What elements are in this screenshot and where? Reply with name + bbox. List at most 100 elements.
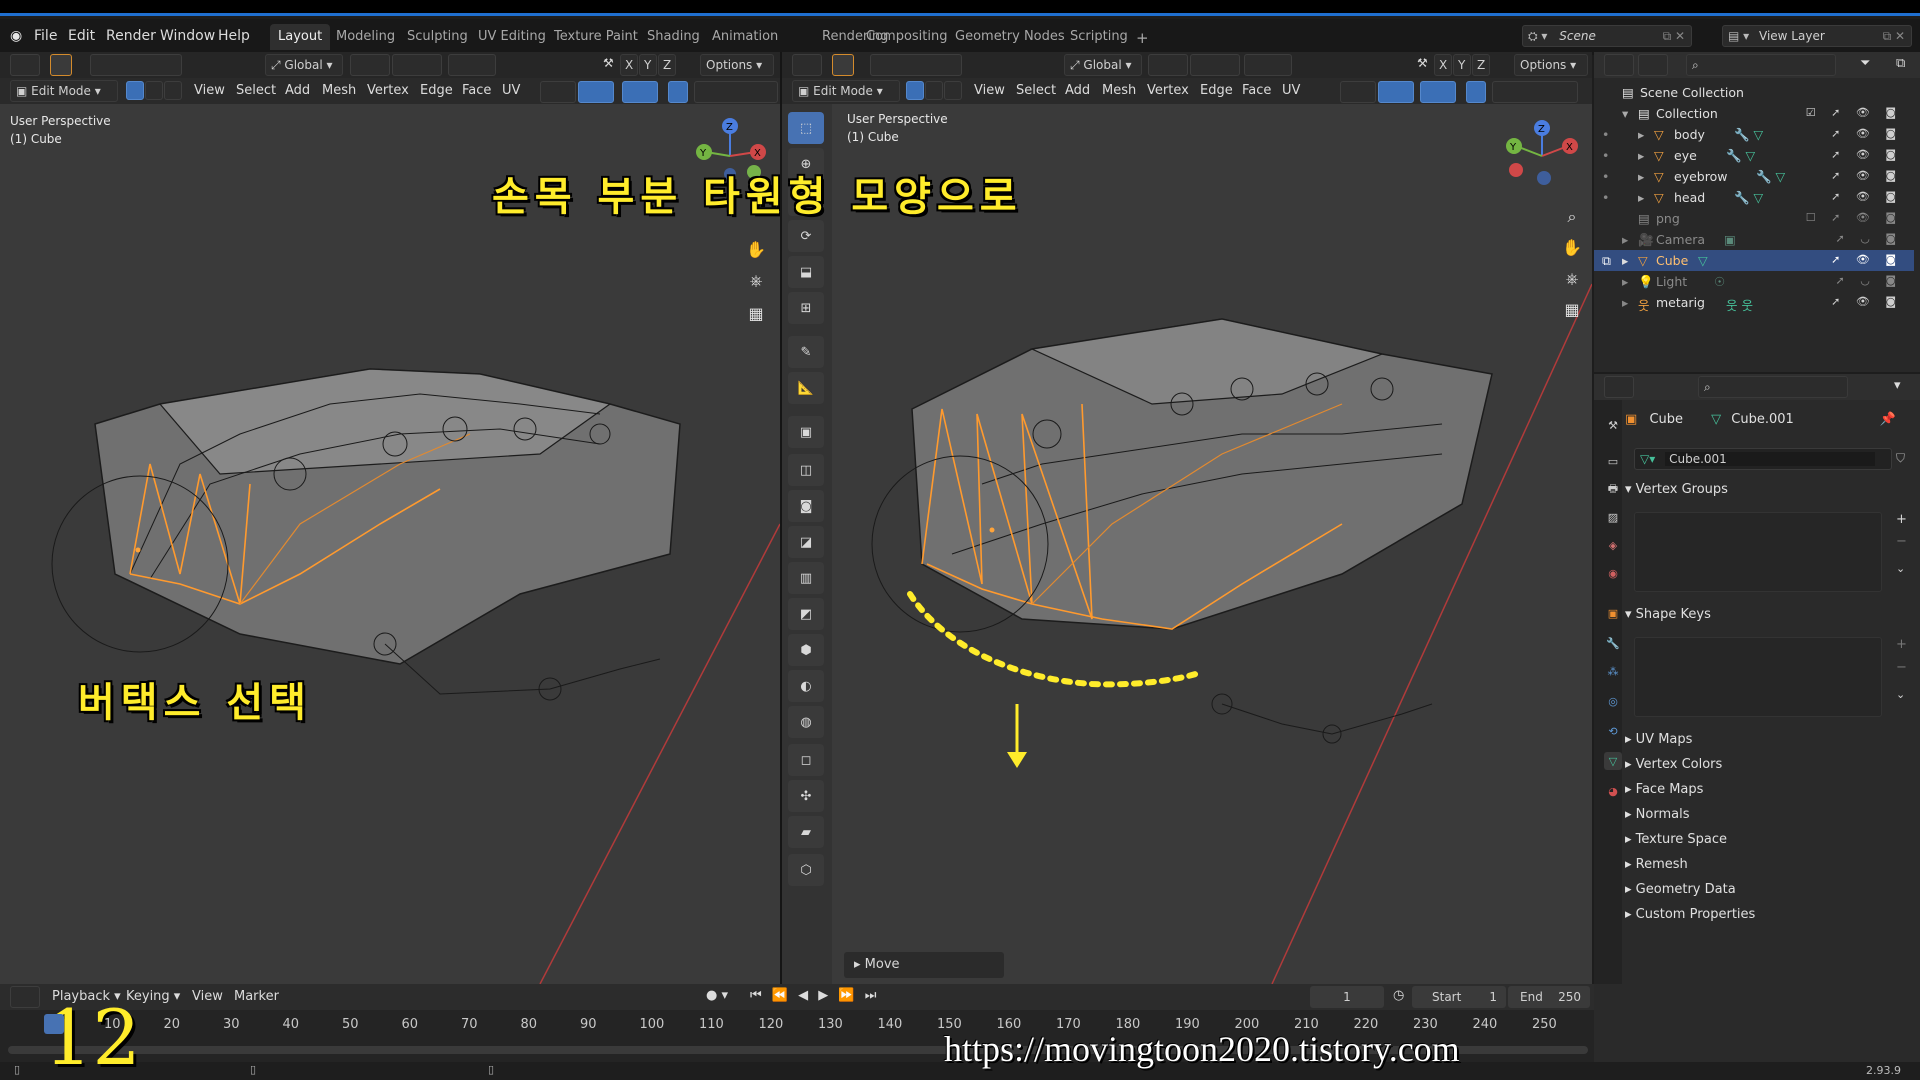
expand-chevron-icon[interactable]: ▸ [1638, 148, 1644, 163]
outliner-row-camera[interactable]: ▸ 🎥 Camera ▣ ➚ ◡ ◙ [1594, 229, 1914, 250]
pivot-icon-2[interactable] [1148, 54, 1188, 76]
outliner-row-collection[interactable]: ▾ ▤ Collection ☑ ➚ 👁 ◙ [1594, 103, 1914, 124]
pivot-icon[interactable] [350, 54, 390, 76]
menu-uv-2[interactable]: UV [1282, 83, 1300, 98]
transform-orientation-dropdown-2[interactable]: ⤢ Global ▾ [1064, 54, 1142, 76]
editor-type-icon-2[interactable] [792, 54, 822, 76]
display-mode-icon[interactable] [1638, 54, 1668, 76]
proportional-edit-icon[interactable] [448, 54, 496, 76]
section-shape-keys[interactable]: ▾ Shape Keys [1625, 607, 1910, 622]
shape-keys-list[interactable] [1634, 637, 1882, 717]
render-tab-icon[interactable]: ▭ [1604, 452, 1622, 470]
constraints-tab-icon[interactable]: ⟲ [1604, 722, 1622, 740]
select-box-icon-2[interactable] [832, 54, 854, 76]
menu-uv[interactable]: UV [502, 83, 520, 98]
playback-controls-icon[interactable]: ⏮ ⏪ ◀ ▶ ⏩ ⏭ [750, 988, 879, 1003]
menu-face-2[interactable]: Face [1242, 83, 1271, 98]
select-box-icon[interactable] [50, 54, 72, 76]
shading-mode-buttons[interactable] [694, 81, 778, 103]
menu-edge-2[interactable]: Edge [1200, 83, 1233, 98]
mirror-y-toggle[interactable]: Y [639, 54, 657, 76]
section-vertex-groups[interactable]: ▾ Vertex Groups [1625, 482, 1910, 497]
snap-icon[interactable] [392, 54, 442, 76]
section-vertex-colors[interactable]: ▸ Vertex Colors [1625, 757, 1910, 772]
material-tab-icon[interactable]: ◕ [1604, 782, 1622, 800]
options-dropdown-2[interactable]: Options ▾ [1514, 54, 1588, 76]
properties-editor-icon[interactable] [1604, 376, 1634, 398]
selection-mode-buttons-2[interactable] [870, 54, 962, 76]
outliner-row-body[interactable]: • ▸ ▽ body 🔧 ▽ ➚ 👁 ◙ [1594, 124, 1914, 145]
menu-file[interactable]: File [34, 28, 57, 44]
overlay-toggle-icon-2[interactable] [1420, 81, 1456, 103]
menu-marker[interactable]: Marker [234, 989, 279, 1004]
remove-shape-key-icon[interactable]: − [1896, 660, 1907, 675]
xray-toggle-icon-2[interactable] [1466, 81, 1486, 103]
view-layer-selector[interactable]: ▤ ▾ View Layer ⧉ ✕ [1722, 25, 1912, 47]
add-workspace-button[interactable]: + [1128, 24, 1157, 50]
world-tab-icon[interactable]: ◉ [1604, 564, 1622, 582]
navigation-gizmo-2[interactable]: Z X Y [1502, 116, 1582, 196]
fake-user-shield-icon[interactable]: ⛉ [1896, 451, 1905, 466]
output-tab-icon[interactable]: 🖶 [1604, 480, 1622, 498]
section-normals[interactable]: ▸ Normals [1625, 807, 1910, 822]
gizmo-toggle-icon-2[interactable] [1378, 81, 1414, 103]
menu-face[interactable]: Face [462, 83, 491, 98]
particles-tab-icon[interactable]: ⁂ [1604, 662, 1622, 680]
section-geometry-data[interactable]: ▸ Geometry Data [1625, 882, 1910, 897]
menu-edit[interactable]: Edit [68, 28, 95, 44]
mirror-x-toggle[interactable]: X [620, 54, 638, 76]
tab-sculpting[interactable]: Sculpting [399, 24, 476, 50]
section-texture-space[interactable]: ▸ Texture Space [1625, 832, 1910, 847]
edge-select-icon[interactable] [145, 81, 163, 100]
shading-mode-buttons-2[interactable] [1492, 81, 1578, 103]
editor-type-icon[interactable] [10, 54, 40, 76]
pin-icon[interactable]: 📌 [1880, 412, 1896, 427]
outliner-search-input[interactable]: ⌕ [1686, 54, 1836, 76]
tab-compositing[interactable]: Compositing [858, 24, 956, 50]
pan-hand-icon-2[interactable]: ✋ [1559, 234, 1585, 260]
mesh-data-tab-icon[interactable]: ▽ [1604, 752, 1622, 770]
tab-scripting[interactable]: Scripting [1062, 24, 1136, 50]
row-visibility-icons[interactable]: ➚ 👁 ◙ [1831, 190, 1902, 203]
filter-icon[interactable]: ⏷ [1860, 56, 1870, 71]
mirror-z-toggle-2[interactable]: Z [1472, 54, 1490, 76]
mirror-x-toggle-2[interactable]: X [1434, 54, 1452, 76]
section-custom-properties[interactable]: ▸ Custom Properties [1625, 907, 1910, 922]
end-frame-field[interactable]: End 250 [1508, 986, 1590, 1008]
row-visibility-icons[interactable]: ☐ ➚ 👁 ◙ [1806, 211, 1902, 224]
mirror-icon[interactable]: ⚒ [603, 56, 614, 70]
outliner-row-light[interactable]: ▸ 💡 Light ☉ ➚ ◡ ◙ [1594, 271, 1914, 292]
menu-mesh[interactable]: Mesh [322, 83, 356, 98]
transform-orientation-dropdown[interactable]: ⤢ Global ▾ [265, 54, 343, 76]
options-chevron-icon[interactable]: ▾ [1894, 378, 1901, 393]
area-divider[interactable] [780, 52, 782, 984]
menu-view-2[interactable]: View [974, 83, 1005, 98]
tool-tab-icon[interactable]: ⚒ [1604, 416, 1622, 434]
ortho-grid-icon-2[interactable]: ▦ [1559, 296, 1585, 322]
timeline-editor-icon[interactable] [10, 986, 40, 1008]
add-shape-key-icon[interactable]: + [1896, 637, 1907, 652]
last-operator-panel[interactable]: ▸ Move [844, 952, 1004, 978]
add-vertex-group-icon[interactable]: + [1896, 512, 1907, 527]
tab-shading[interactable]: Shading [639, 24, 708, 50]
preview-range-icon[interactable]: ◷ [1393, 988, 1404, 1003]
vertex-group-menu-icon[interactable]: ⌄ [1896, 562, 1905, 575]
start-frame-field[interactable]: Start 1 [1412, 986, 1506, 1008]
tab-animation[interactable]: Animation [704, 24, 786, 50]
camera-view-icon-2[interactable]: ⎈ [1559, 266, 1585, 292]
menu-vertex[interactable]: Vertex [367, 83, 409, 98]
section-remesh[interactable]: ▸ Remesh [1625, 857, 1910, 872]
menu-window[interactable]: Window [160, 28, 215, 44]
menu-view[interactable]: View [194, 83, 225, 98]
tab-texture-paint[interactable]: Texture Paint [546, 24, 646, 50]
row-visibility-icons[interactable]: ➚ 👁 ◙ [1831, 148, 1902, 161]
record-icon[interactable]: ● ▾ [706, 988, 728, 1003]
edge-select-icon-2[interactable] [925, 81, 943, 100]
visibility-icon[interactable] [540, 81, 576, 103]
vertex-groups-list[interactable] [1634, 512, 1882, 592]
outliner-row-eye[interactable]: • ▸ ▽ eye 🔧 ▽ ➚ 👁 ◙ [1594, 145, 1914, 166]
snap-icon-2[interactable] [1190, 54, 1240, 76]
expand-chevron-icon[interactable]: ▸ [1638, 190, 1644, 205]
outliner-row-metarig[interactable]: ▸ 웃 metarig 웃 웃 ➚ 👁 ◙ [1594, 292, 1914, 313]
tab-geometry-nodes[interactable]: Geometry Nodes [947, 24, 1073, 50]
